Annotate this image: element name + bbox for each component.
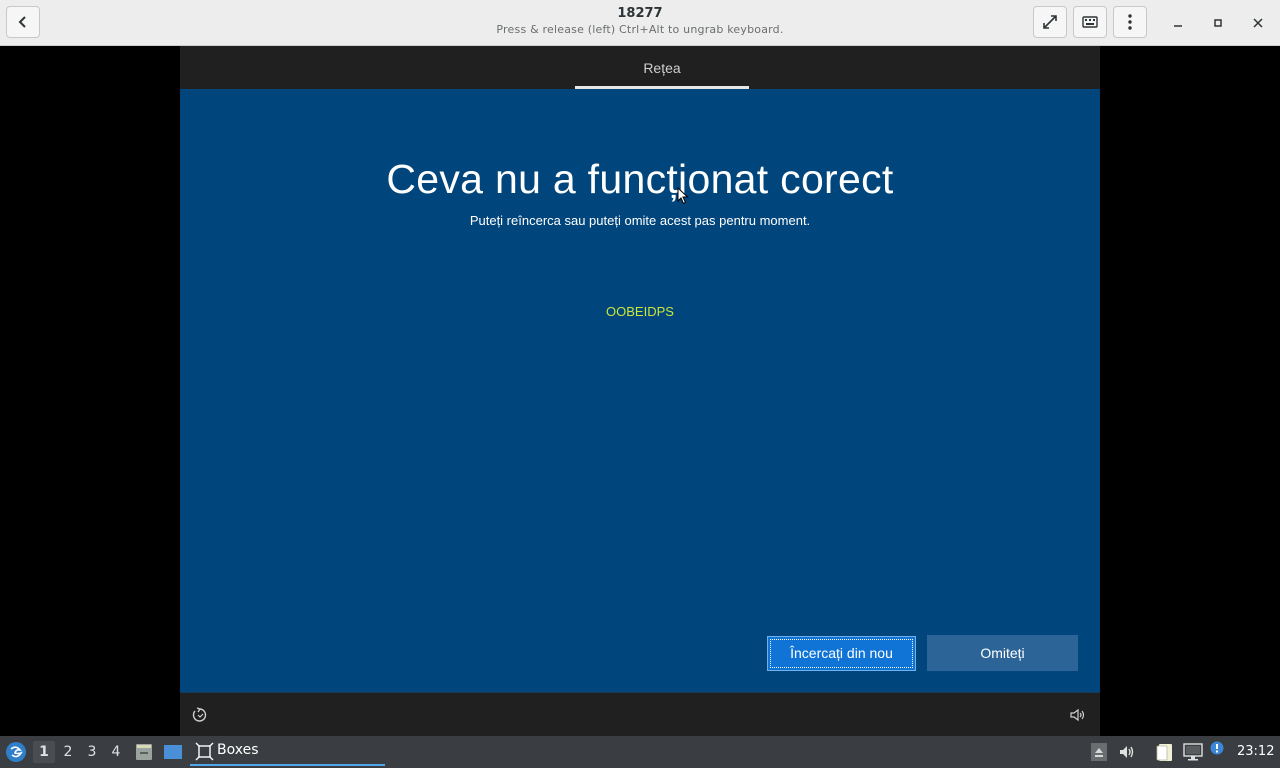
taskbar-boxes-label: Boxes [217, 742, 259, 758]
error-subtext: Puteți reîncerca sau puteți omite acest … [469, 213, 811, 228]
minimize-icon [1174, 25, 1182, 27]
workspace-3[interactable]: 3 [81, 741, 103, 763]
fullscreen-button[interactable] [1033, 6, 1067, 38]
network-icon[interactable] [1183, 743, 1203, 761]
keyboard-icon [1082, 16, 1098, 28]
taskbar: 1 2 3 4 Boxes 23:12 [0, 736, 1280, 768]
error-headline: Ceva nu a funcționat corect [386, 156, 894, 202]
maximize-button[interactable] [1208, 13, 1228, 33]
workspace-2[interactable]: 2 [57, 741, 79, 763]
menu-button[interactable] [1113, 6, 1147, 38]
notification-icon[interactable] [1210, 741, 1224, 755]
start-menu-icon[interactable] [5, 741, 27, 763]
maximize-icon [1214, 19, 1222, 27]
close-icon [1253, 18, 1263, 28]
skip-button[interactable]: Omiteți [927, 635, 1078, 671]
menu-icon [1128, 14, 1132, 30]
ease-of-access-icon[interactable] [191, 706, 209, 724]
tab-underline [575, 86, 749, 89]
close-button[interactable] [1248, 13, 1268, 33]
boxes-headerbar: 18277 Press & release (left) Ctrl+Alt to… [0, 0, 1280, 46]
taskbar-boxes-button[interactable]: Boxes [190, 738, 385, 766]
oobe-bottom-bar [180, 692, 1100, 736]
show-desktop-icon[interactable] [163, 742, 183, 762]
volume-icon[interactable] [1068, 706, 1086, 724]
clipboard-icon[interactable] [1155, 742, 1175, 762]
eject-icon[interactable] [1090, 742, 1108, 762]
minimize-button[interactable] [1168, 13, 1188, 33]
retry-button[interactable]: Încercați din nou [767, 636, 916, 671]
volume-icon[interactable] [1118, 743, 1136, 761]
keyboard-button[interactable] [1073, 6, 1107, 38]
file-manager-icon[interactable] [134, 742, 154, 762]
fullscreen-icon [1043, 15, 1057, 29]
mouse-cursor-icon [677, 187, 689, 205]
workspace-1[interactable]: 1 [33, 741, 55, 763]
error-code: OOBEIDPS [606, 304, 674, 319]
tab-network: Rețea [643, 60, 681, 76]
oobe-progress-bar: Rețea [180, 46, 1100, 89]
boxes-app-icon [195, 742, 214, 761]
vm-display[interactable]: Rețea Ceva nu a funcționat corect Puteți… [180, 46, 1100, 736]
taskbar-clock[interactable]: 23:12 [1237, 744, 1274, 759]
workspace-4[interactable]: 4 [105, 741, 127, 763]
